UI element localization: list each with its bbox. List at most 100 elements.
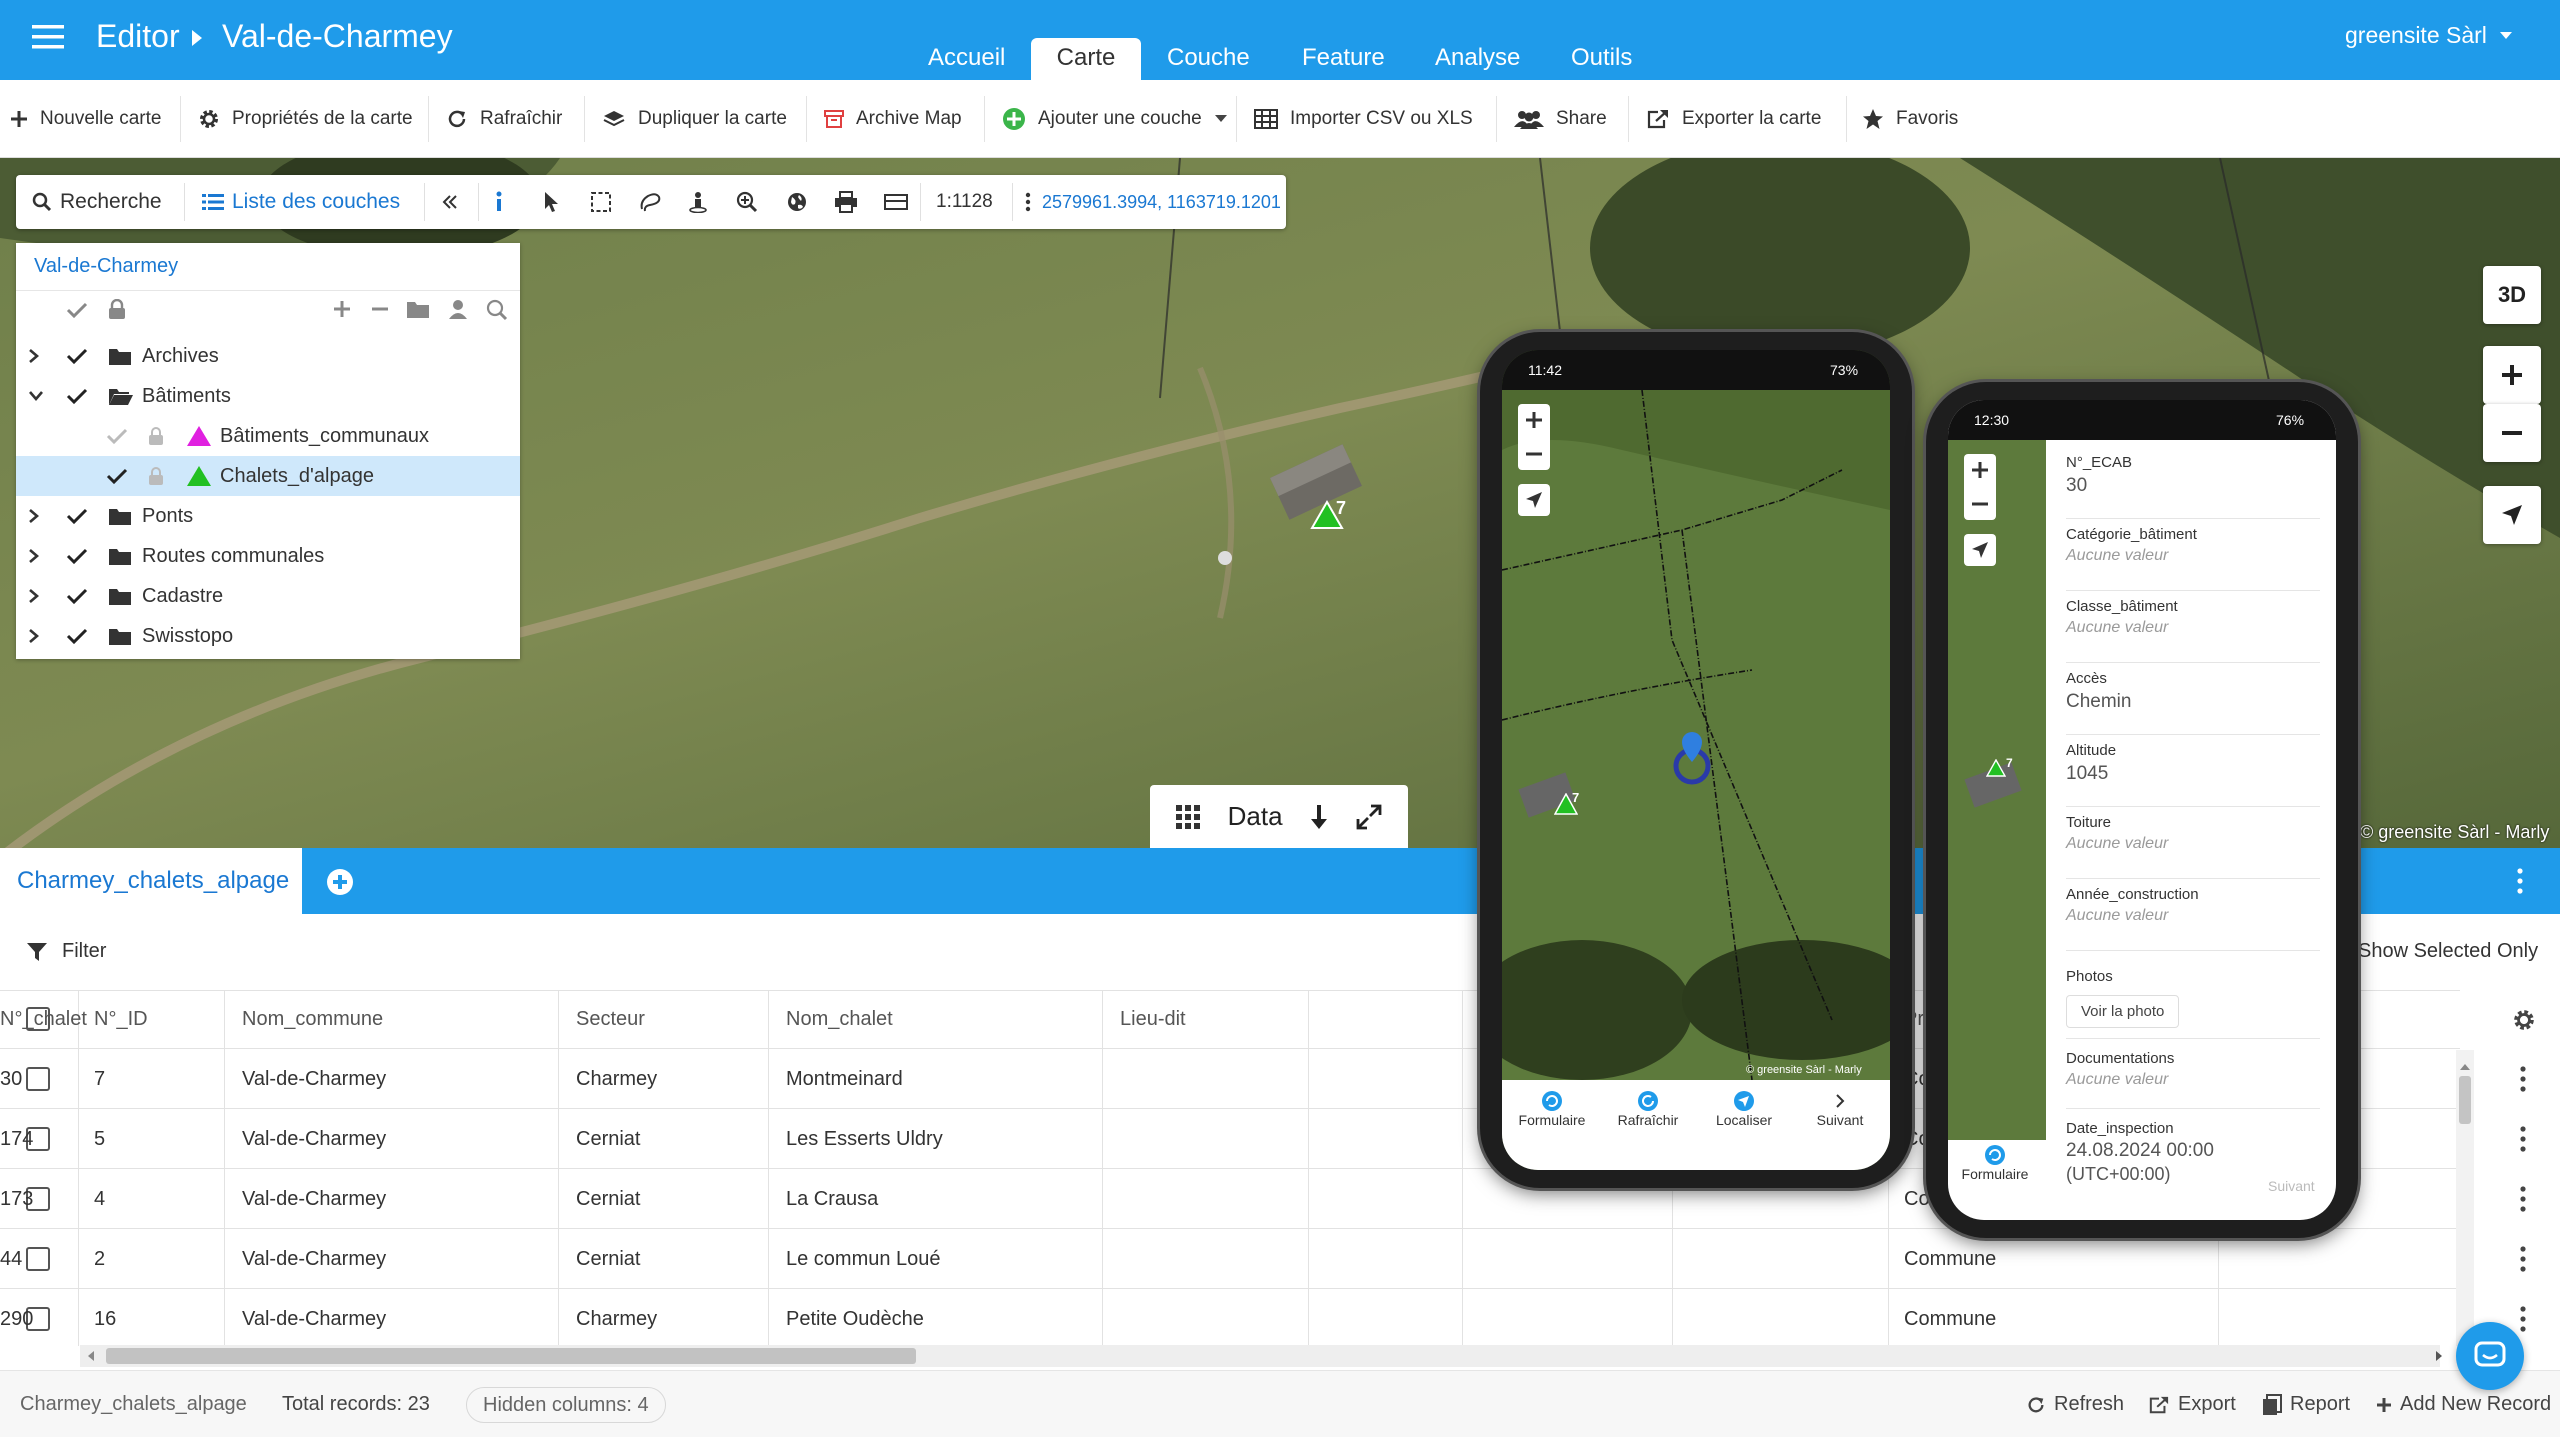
visibility-check-icon[interactable] [106, 427, 128, 445]
zoom-layer-icon[interactable] [486, 299, 508, 321]
row-actions-icon[interactable] [2518, 1184, 2528, 1214]
search-button[interactable]: Recherche [32, 175, 162, 229]
hidden-columns-badge[interactable]: Hidden columns: 4 [466, 1387, 666, 1423]
phone-zoom-in-icon[interactable] [1524, 410, 1544, 430]
column-header[interactable]: Lieu-dit [1120, 990, 1186, 1048]
3d-toggle-button[interactable]: 3D [2483, 266, 2541, 324]
table-cell[interactable]: 2 [94, 1230, 105, 1288]
data-panel-label[interactable]: Data [1228, 801, 1283, 832]
phone2-nav-form[interactable]: Formulaire [1952, 1144, 2038, 1182]
table-cell[interactable]: Charmey [576, 1290, 657, 1346]
chevron-down-icon[interactable] [28, 390, 44, 402]
column-header[interactable]: Secteur [576, 990, 645, 1048]
expand-icon[interactable] [1356, 804, 1382, 830]
add-folder-icon[interactable] [406, 299, 430, 319]
layer-row[interactable]: Ponts [16, 496, 520, 536]
table-cell[interactable]: 16 [94, 1290, 116, 1346]
form-date-value[interactable]: 24.08.2024 00:00 [2066, 1140, 2214, 1162]
export-map-button[interactable]: Exporter la carte [1646, 80, 1821, 158]
table-cell[interactable]: 7 [94, 1050, 105, 1108]
visibility-check-icon[interactable] [66, 587, 88, 605]
table-cell[interactable]: Val-de-Charmey [242, 1290, 386, 1346]
zoom-out-button[interactable] [2483, 404, 2541, 462]
info-icon[interactable] [492, 175, 506, 229]
lock-icon[interactable] [148, 467, 164, 485]
add-record-button[interactable]: Add New Record [2376, 1371, 2551, 1437]
tab-carte[interactable]: Carte [1031, 38, 1141, 80]
table-cell[interactable]: Montmeinard [786, 1050, 903, 1108]
vertical-scroll-thumb[interactable] [2459, 1076, 2471, 1124]
table-cell[interactable]: Cerniat [576, 1110, 640, 1168]
table-cell[interactable]: Le commun Loué [786, 1230, 941, 1288]
form-field-value[interactable]: Aucune valeur [2066, 835, 2336, 853]
row-actions-icon[interactable] [2518, 1304, 2528, 1334]
table-cell[interactable]: Cerniat [576, 1170, 640, 1228]
table-cell[interactable]: Val-de-Charmey [242, 1230, 386, 1288]
layer-row[interactable]: Bâtiments_communaux [16, 416, 520, 456]
column-header[interactable]: N°_chalet [0, 990, 87, 1048]
column-header[interactable]: N°_ID [94, 990, 148, 1048]
filter-button[interactable]: Filter [26, 940, 106, 963]
layer-list-button[interactable]: Liste des couches [202, 175, 400, 229]
row-actions-icon[interactable] [2518, 1124, 2528, 1154]
layer-row[interactable]: Cadastre [16, 576, 520, 616]
table-cell[interactable]: 290 [0, 1290, 33, 1346]
visibility-check-icon[interactable] [66, 547, 88, 565]
visibility-check-icon[interactable] [66, 507, 88, 525]
scroll-left-icon[interactable] [86, 1350, 96, 1362]
tab-feature[interactable]: Feature [1276, 38, 1411, 80]
phone-nav-locate[interactable]: Localiser [1704, 1090, 1784, 1128]
grid-icon[interactable] [1175, 804, 1200, 829]
measure-icon[interactable] [884, 175, 908, 229]
footer-report-button[interactable]: Report [2262, 1371, 2350, 1437]
print-icon[interactable] [834, 175, 858, 229]
user-permission-icon[interactable] [448, 299, 468, 319]
table-settings-icon[interactable] [2512, 1008, 2536, 1032]
tab-analyse[interactable]: Analyse [1409, 38, 1546, 80]
layer-row[interactable]: Bâtiments [16, 376, 520, 416]
visibility-check-icon[interactable] [66, 347, 88, 365]
layer-row[interactable]: Routes communales [16, 536, 520, 576]
vertical-scrollbar[interactable] [2456, 1050, 2474, 1346]
chevron-right-icon[interactable] [28, 548, 40, 564]
phone2-zoom-in-icon[interactable] [1970, 460, 1990, 480]
horizontal-scrollbar[interactable] [80, 1345, 2442, 1367]
box-select-icon[interactable] [590, 175, 612, 229]
lasso-icon[interactable] [638, 175, 662, 229]
remove-layer-icon[interactable] [370, 299, 390, 319]
refresh-button[interactable]: Rafraîchir [446, 80, 562, 158]
layer-row[interactable]: Swisstopo [16, 616, 520, 656]
form-field-value[interactable]: 1045 [2066, 763, 2336, 785]
lock-icon[interactable] [148, 427, 164, 445]
row-checkbox[interactable] [26, 1067, 50, 1091]
column-header[interactable]: Nom_chalet [786, 990, 893, 1048]
add-layer-icon[interactable] [332, 299, 352, 319]
duplicate-map-button[interactable]: Dupliquer la carte [602, 80, 787, 158]
chevron-right-icon[interactable] [28, 628, 40, 644]
layer-row[interactable]: Chalets_d'alpage [16, 456, 520, 496]
visibility-check-icon[interactable] [66, 627, 88, 645]
table-cell[interactable]: Petite Oudèche [786, 1290, 924, 1346]
favorites-button[interactable]: Favoris [1862, 80, 1958, 158]
form-field-value[interactable]: Aucune valeur [2066, 907, 2336, 925]
form-field-value[interactable]: Aucune valeur [2066, 547, 2336, 565]
table-cell[interactable]: Commune [1904, 1230, 1996, 1288]
table-cell[interactable]: Charmey [576, 1050, 657, 1108]
hamburger-menu-icon[interactable] [32, 24, 64, 50]
scroll-up-icon[interactable] [2456, 1062, 2474, 1072]
table-cell[interactable]: 174 [0, 1110, 33, 1168]
phone-zoom-out-icon[interactable] [1524, 444, 1544, 464]
globe-icon[interactable] [786, 175, 808, 229]
check-all-icon[interactable] [66, 301, 88, 319]
tab-couche[interactable]: Couche [1141, 38, 1276, 80]
scale-display[interactable]: 1:1128 [936, 175, 993, 229]
geolocate-button[interactable] [2483, 486, 2541, 544]
table-cell[interactable]: 5 [94, 1110, 105, 1168]
app-title[interactable]: Editor [96, 18, 180, 55]
tab-outils[interactable]: Outils [1545, 38, 1658, 80]
table-cell[interactable]: 173 [0, 1170, 33, 1228]
table-cell[interactable]: 44 [0, 1230, 22, 1288]
new-map-button[interactable]: Nouvelle carte [10, 80, 161, 158]
layer-row[interactable]: Archives [16, 336, 520, 376]
chat-button[interactable] [2456, 1322, 2524, 1390]
